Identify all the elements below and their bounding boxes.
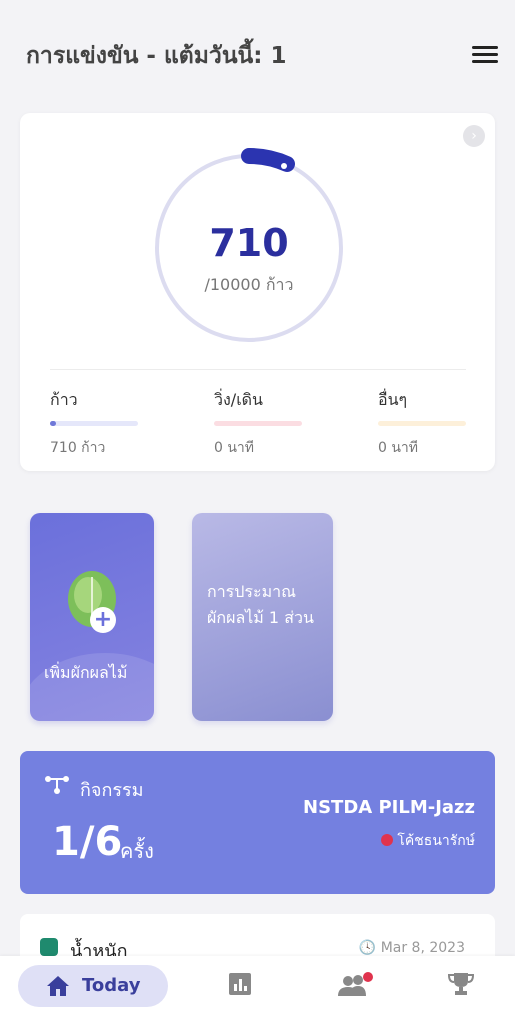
page-title: การแข่งขัน - แต้มวันนี้: 1 <box>26 43 287 69</box>
weight-date-text: Mar 8, 2023 <box>380 940 465 956</box>
add-vegetable-label: เพิ่มผักผลไม้ <box>44 663 128 682</box>
chart-icon[interactable] <box>228 972 252 996</box>
activity-unit: ครั้ง <box>120 839 154 863</box>
coach-name: โค้ชธนารักษ์ <box>397 833 475 849</box>
plus-icon: + <box>90 607 116 633</box>
activity-label: กิจกรรม <box>80 780 144 801</box>
home-icon <box>47 976 69 996</box>
divider <box>50 369 466 370</box>
status-dot-icon <box>381 834 394 846</box>
team-name: NSTDA PILM-Jazz <box>303 797 475 818</box>
chevron-right-icon[interactable]: › <box>463 125 485 147</box>
trophy-icon[interactable] <box>448 972 474 996</box>
stat-value: 710 ก้าว <box>50 440 106 456</box>
nav-today-label: Today <box>82 975 141 996</box>
menu-icon[interactable] <box>470 42 500 66</box>
stat-bar <box>50 421 138 426</box>
steps-goal: /10000 ก้าว <box>204 275 294 294</box>
stat-value: 0 นาที <box>378 440 419 456</box>
vegetable-estimate-tile[interactable]: การประมาณ ผักผลไม้ 1 ส่วน <box>192 513 333 721</box>
stat-bar <box>214 421 302 426</box>
activity-count: 1/6 <box>52 819 123 865</box>
stat-bar <box>378 421 466 426</box>
stat-label: อื่นๆ <box>378 390 408 409</box>
weight-date: 🕓 Mar 8, 2023 <box>358 940 465 956</box>
coach-badge: โค้ชธนารักษ์ <box>381 830 475 852</box>
stat-label: ก้าว <box>50 390 78 409</box>
stat-run-walk: วิ่ง/เดิน 0 นาที <box>214 388 354 459</box>
group-icon[interactable] <box>336 972 376 998</box>
estimate-label: การประมาณ ผักผลไม้ 1 ส่วน <box>207 582 314 627</box>
stat-other: อื่นๆ 0 นาที <box>378 388 515 459</box>
add-vegetable-tile[interactable]: + เพิ่มผักผลไม้ <box>30 513 154 721</box>
scale-icon <box>40 938 58 956</box>
nav-today[interactable]: Today <box>18 965 168 1007</box>
steps-card[interactable]: › 710 /10000 ก้าว ก้าว 710 ก้าว วิ่ง/เดิ… <box>20 113 495 471</box>
steps-count: 710 <box>209 221 289 265</box>
stat-label: วิ่ง/เดิน <box>214 390 263 409</box>
app-header: การแข่งขัน - แต้มวันนี้: 1 <box>0 0 515 100</box>
stat-value: 0 นาที <box>214 440 255 456</box>
activity-card[interactable]: กิจกรรม 1/6 ครั้ง NSTDA PILM-Jazz โค้ชธน… <box>20 751 495 894</box>
stat-steps: ก้าว 710 ก้าว <box>50 388 190 459</box>
network-icon <box>45 776 69 794</box>
bottom-nav: Today <box>0 956 515 1024</box>
